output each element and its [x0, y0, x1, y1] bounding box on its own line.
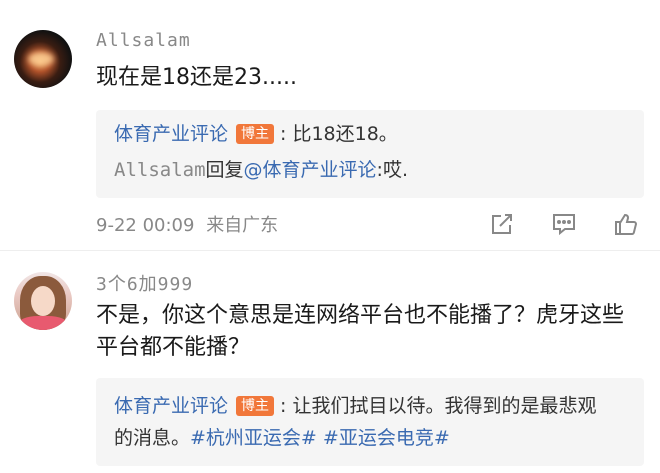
- comment-item: 3个6加999 不是，你这个意思是连网络平台也不能播了？虎牙这些平台都不能播？ …: [0, 0, 660, 466]
- username[interactable]: 3个6加999: [96, 270, 193, 296]
- reply-text: : 让我们拭目以待。我得到的是最悲观: [280, 395, 597, 417]
- reply-author-link[interactable]: 体育产业评论: [114, 395, 228, 417]
- reply-line: 体育产业评论 博主: 让我们拭目以待。我得到的是最悲观: [114, 392, 596, 420]
- reply-line: 的消息。#杭州亚运会# #亚运会电竞#: [114, 424, 450, 452]
- reply-block[interactable]: 体育产业评论 博主: 让我们拭目以待。我得到的是最悲观 的消息。#杭州亚运会# #…: [96, 378, 644, 466]
- comment-text: 不是，你这个意思是连网络平台也不能播了？虎牙这些平台都不能播？: [96, 303, 625, 360]
- reply-text-continued: 的消息。: [114, 427, 191, 449]
- hashtag-link[interactable]: #杭州亚运会#: [190, 427, 317, 449]
- blogger-badge: 博主: [236, 396, 275, 416]
- divider: [0, 250, 660, 251]
- avatar[interactable]: [14, 272, 72, 330]
- hashtag-link[interactable]: #亚运会电竞#: [323, 427, 450, 449]
